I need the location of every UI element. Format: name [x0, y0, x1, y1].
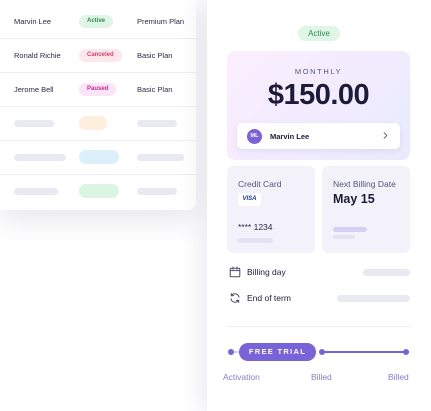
customer-name-cell: Ronald Richie: [14, 50, 61, 60]
plan-cell: Basic Plan: [137, 50, 173, 60]
timeline-dot-activation: [228, 349, 234, 355]
end-of-term-row: End of term: [227, 292, 410, 306]
table-row[interactable]: Jerome Bell Paused Basic Plan: [0, 72, 196, 107]
customer-name-cell: Marvin Lee: [14, 16, 52, 26]
status-badge: Canceled: [79, 48, 122, 62]
placeholder-bar: [137, 154, 184, 161]
divider: [227, 326, 410, 327]
placeholder-bar: [363, 269, 410, 276]
subscription-status-badge: Active: [298, 26, 340, 41]
free-trial-pill: FREE TRIAL: [239, 343, 316, 361]
placeholder-bar: [14, 154, 66, 161]
customer-name-cell: Jerome Bell: [14, 84, 54, 94]
customer-name: Marvin Lee: [270, 132, 310, 141]
subscriptions-table: Marvin Lee Active Premium Plan Ronald Ri…: [0, 0, 196, 210]
placeholder-row: [0, 174, 196, 208]
status-badge: Active: [79, 14, 114, 28]
table-row[interactable]: Ronald Richie Canceled Basic Plan: [0, 38, 196, 73]
card-number: **** 1234: [238, 222, 273, 232]
refresh-icon: [230, 293, 240, 303]
timeline-label-billed: Billed: [311, 372, 332, 382]
end-of-term-label: End of term: [247, 293, 291, 303]
placeholder-row: [0, 106, 196, 141]
timeline-dot-billed: [403, 349, 409, 355]
timeline-label-activation: Activation: [223, 372, 260, 382]
visa-logo: VISA: [238, 193, 261, 206]
table-row[interactable]: Marvin Lee Active Premium Plan: [0, 4, 196, 39]
timeline-segment: [320, 351, 408, 353]
placeholder-bar: [137, 120, 177, 127]
chevron-right-icon: [383, 132, 388, 139]
placeholder-bar: [14, 188, 58, 195]
subscription-detail-panel: Active MONTHLY $150.00 ML Marvin Lee Cre…: [207, 0, 431, 411]
calendar-icon: [229, 266, 241, 278]
placeholder-bar: [14, 120, 54, 127]
billing-day-row: Billing day: [227, 266, 410, 280]
plan-cell: Basic Plan: [137, 84, 173, 94]
placeholder-bar: [333, 227, 367, 232]
timeline-label-billed: Billed: [388, 372, 409, 382]
price-amount: $150.00: [267, 79, 370, 111]
price-card: MONTHLY $150.00 ML Marvin Lee: [227, 51, 410, 160]
billing-period-label: MONTHLY: [294, 67, 343, 76]
payment-method-card[interactable]: Credit Card VISA **** 1234: [227, 166, 315, 253]
next-billing-card: Next Billing Date May 15: [322, 166, 410, 253]
placeholder-bar: [238, 238, 273, 243]
plan-cell: Premium Plan: [137, 16, 185, 26]
placeholder-pill: [79, 150, 119, 164]
placeholder-bar: [337, 295, 410, 302]
billing-day-label: Billing day: [247, 267, 286, 277]
status-badge: Paused: [79, 82, 117, 96]
payment-method-title: Credit Card: [238, 179, 282, 189]
timeline-dot-billed: [319, 349, 325, 355]
placeholder-pill: [79, 184, 119, 198]
customer-link[interactable]: ML Marvin Lee: [237, 123, 400, 149]
placeholder-bar: [137, 188, 177, 195]
next-billing-title: Next Billing Date: [333, 179, 396, 189]
next-billing-date: May 15: [333, 192, 375, 206]
placeholder-row: [0, 140, 196, 175]
placeholder-bar: [333, 235, 355, 239]
placeholder-pill: [79, 116, 107, 130]
avatar: ML: [247, 129, 262, 144]
